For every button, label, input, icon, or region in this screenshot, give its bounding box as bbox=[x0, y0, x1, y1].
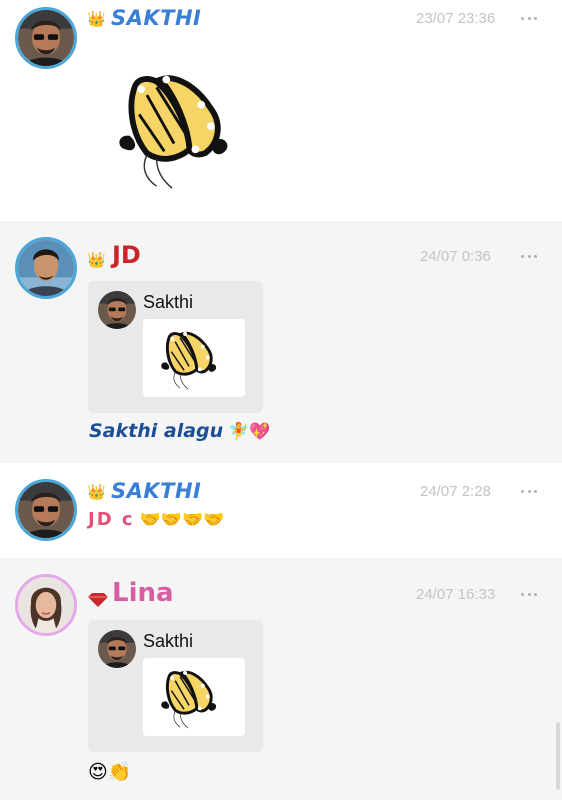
post-3: 👑 SAKTHI 24/07 2:28 JD c 🤝🤝🤝🤝 bbox=[0, 463, 562, 558]
username[interactable]: Lina bbox=[112, 578, 174, 608]
quoted-sticker-frame bbox=[143, 658, 245, 736]
avatar[interactable] bbox=[15, 574, 77, 636]
crown-icon: 👑 bbox=[87, 251, 106, 269]
avatar[interactable] bbox=[15, 479, 77, 541]
quoted-avatar bbox=[98, 291, 136, 329]
diamond-icon bbox=[88, 593, 108, 607]
message: 😍👏 bbox=[88, 760, 131, 783]
timestamp: 24/07 2:28 bbox=[420, 483, 491, 500]
butterfly-sticker[interactable] bbox=[114, 66, 238, 192]
more-options-icon[interactable] bbox=[521, 591, 537, 597]
butterfly-sticker bbox=[159, 666, 221, 730]
quoted-author: Sakthi bbox=[143, 631, 194, 651]
message: JD c 🤝🤝🤝🤝 bbox=[88, 509, 224, 530]
username[interactable]: SAKTHI bbox=[111, 479, 201, 503]
quoted-sticker-frame bbox=[143, 319, 245, 397]
message-text: Sakthi alagu bbox=[89, 420, 224, 442]
message-text: JD c bbox=[88, 509, 135, 530]
crown-icon: 👑 bbox=[87, 483, 106, 501]
timestamp: 23/07 23:36 bbox=[416, 10, 496, 27]
message-emoji: 🤝🤝🤝🤝 bbox=[139, 510, 225, 530]
quoted-avatar bbox=[98, 630, 136, 668]
post-4: Lina 24/07 16:33 Sakthi 😍👏 bbox=[0, 558, 562, 800]
post-2: 👑 JD 24/07 0:36 Sakthi Sakthi alagu 🧚💖 bbox=[0, 221, 562, 463]
username[interactable]: SAKTHI bbox=[111, 6, 201, 30]
avatar[interactable] bbox=[15, 7, 77, 69]
avatar[interactable] bbox=[15, 237, 77, 299]
quoted-post[interactable]: Sakthi bbox=[88, 281, 263, 413]
username[interactable]: JD bbox=[112, 241, 141, 269]
post-1: 👑 SAKTHI 23/07 23:36 bbox=[0, 0, 562, 221]
crown-icon: 👑 bbox=[87, 10, 106, 28]
more-options-icon[interactable] bbox=[521, 488, 537, 494]
message: Sakthi alagu 🧚💖 bbox=[89, 420, 271, 442]
scrollbar[interactable] bbox=[556, 722, 560, 790]
message-emoji: 🧚💖 bbox=[228, 422, 271, 442]
butterfly-sticker bbox=[159, 327, 221, 391]
more-options-icon[interactable] bbox=[521, 15, 537, 21]
message-emoji: 😍👏 bbox=[88, 761, 132, 783]
timestamp: 24/07 0:36 bbox=[420, 248, 491, 265]
more-options-icon[interactable] bbox=[521, 253, 537, 259]
quoted-author: Sakthi bbox=[143, 292, 194, 312]
quoted-post[interactable]: Sakthi bbox=[88, 620, 263, 752]
timestamp: 24/07 16:33 bbox=[416, 586, 496, 603]
